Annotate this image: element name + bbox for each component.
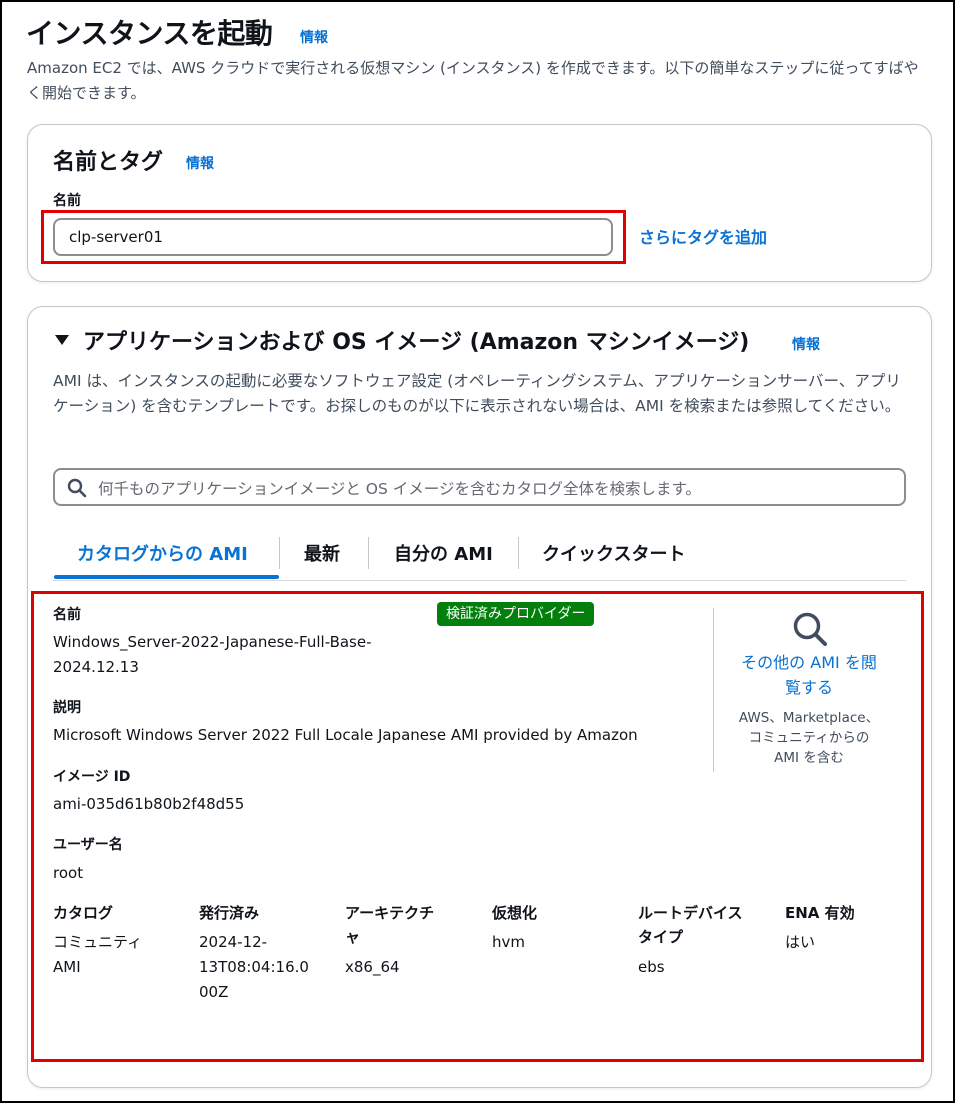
ami-description: AMI は、インスタンスの起動に必要なソフトウェア設定 (オペレーティングシステ… (53, 372, 901, 415)
ena-enabled-value: はい (785, 933, 816, 951)
add-more-tags-link[interactable]: さらにタグを追加 (639, 224, 767, 248)
tab-recent[interactable]: 最新 (304, 540, 340, 566)
architecture-value: x86_64 (345, 958, 400, 976)
magnifier-icon[interactable] (791, 610, 829, 648)
browse-link-line2: 覧する (784, 678, 833, 697)
virtualization-value: hvm (492, 933, 525, 951)
tab-separator (368, 537, 369, 569)
name-tags-info-link[interactable]: 情報 (186, 153, 214, 173)
search-icon (67, 478, 87, 498)
ami-description-label: 説明 (53, 700, 81, 716)
page-title: インスタンスを起動 (26, 17, 273, 50)
ami-name-value-line1: Windows_Server-2022-Japanese-Full-Base- (53, 633, 372, 651)
browse-note-line2: コミュニティからの (748, 730, 870, 746)
ami-name-label: 名前 (53, 607, 81, 623)
collapse-triangle-icon[interactable] (53, 332, 71, 348)
name-input[interactable]: clp-server01 (53, 218, 613, 256)
browse-note-line1: AWS、Marketplace、 (738, 710, 880, 726)
details-divider (713, 608, 714, 772)
username-label: ユーザー名 (53, 837, 123, 853)
ena-enabled-label: ENA 有効 (785, 904, 855, 922)
tab-separator (518, 537, 519, 569)
browse-more-amis-link[interactable]: その他の AMI を閲 覧する (733, 650, 885, 700)
ami-heading: アプリケーションおよび OS イメージ (Amazon マシンイメージ) (83, 330, 750, 355)
username-value: root (53, 864, 84, 882)
ami-name-value-line2: 2024.12.13 (53, 658, 139, 676)
page-info-link[interactable]: 情報 (300, 27, 328, 47)
tab-catalog-ami[interactable]: カタログからの AMI (77, 540, 248, 566)
tab-quick-start[interactable]: クイックスタート (542, 540, 685, 566)
catalog-label: カタログ (53, 904, 114, 922)
virtualization-label: 仮想化 (492, 904, 538, 922)
published-label: 発行済み (199, 904, 260, 922)
browse-note-line3: AMI を含む (774, 750, 844, 766)
tab-my-ami[interactable]: 自分の AMI (394, 540, 493, 566)
published-value: 2024-12- 13T08:04:16.0 00Z (199, 933, 309, 1001)
tab-separator (279, 537, 280, 569)
browse-link-line1: その他の AMI を閲 (741, 653, 877, 672)
image-id-label: イメージ ID (53, 769, 131, 785)
page-description: Amazon EC2 では、AWS クラウドで実行される仮想マシン (インスタン… (27, 59, 919, 102)
tabs-divider (53, 580, 906, 581)
verified-provider-badge: 検証済みプロバイダー (437, 602, 595, 626)
search-placeholder: 何千ものアプリケーションイメージと OS イメージを含むカタログ全体を検索します… (98, 480, 701, 498)
root-device-type-value: ebs (638, 958, 665, 976)
catalog-value: コミュニティ AMI (53, 933, 143, 976)
image-id-value: ami-035d61b80b2f48d55 (53, 795, 245, 813)
name-label: 名前 (53, 193, 81, 209)
active-tab-indicator (54, 575, 279, 579)
ami-info-link[interactable]: 情報 (792, 334, 820, 354)
browse-note: AWS、Marketplace、 コミュニティからの AMI を含む (733, 708, 885, 768)
ami-description-value: Microsoft Windows Server 2022 Full Local… (53, 726, 638, 744)
name-tags-heading: 名前とタグ (53, 150, 164, 175)
